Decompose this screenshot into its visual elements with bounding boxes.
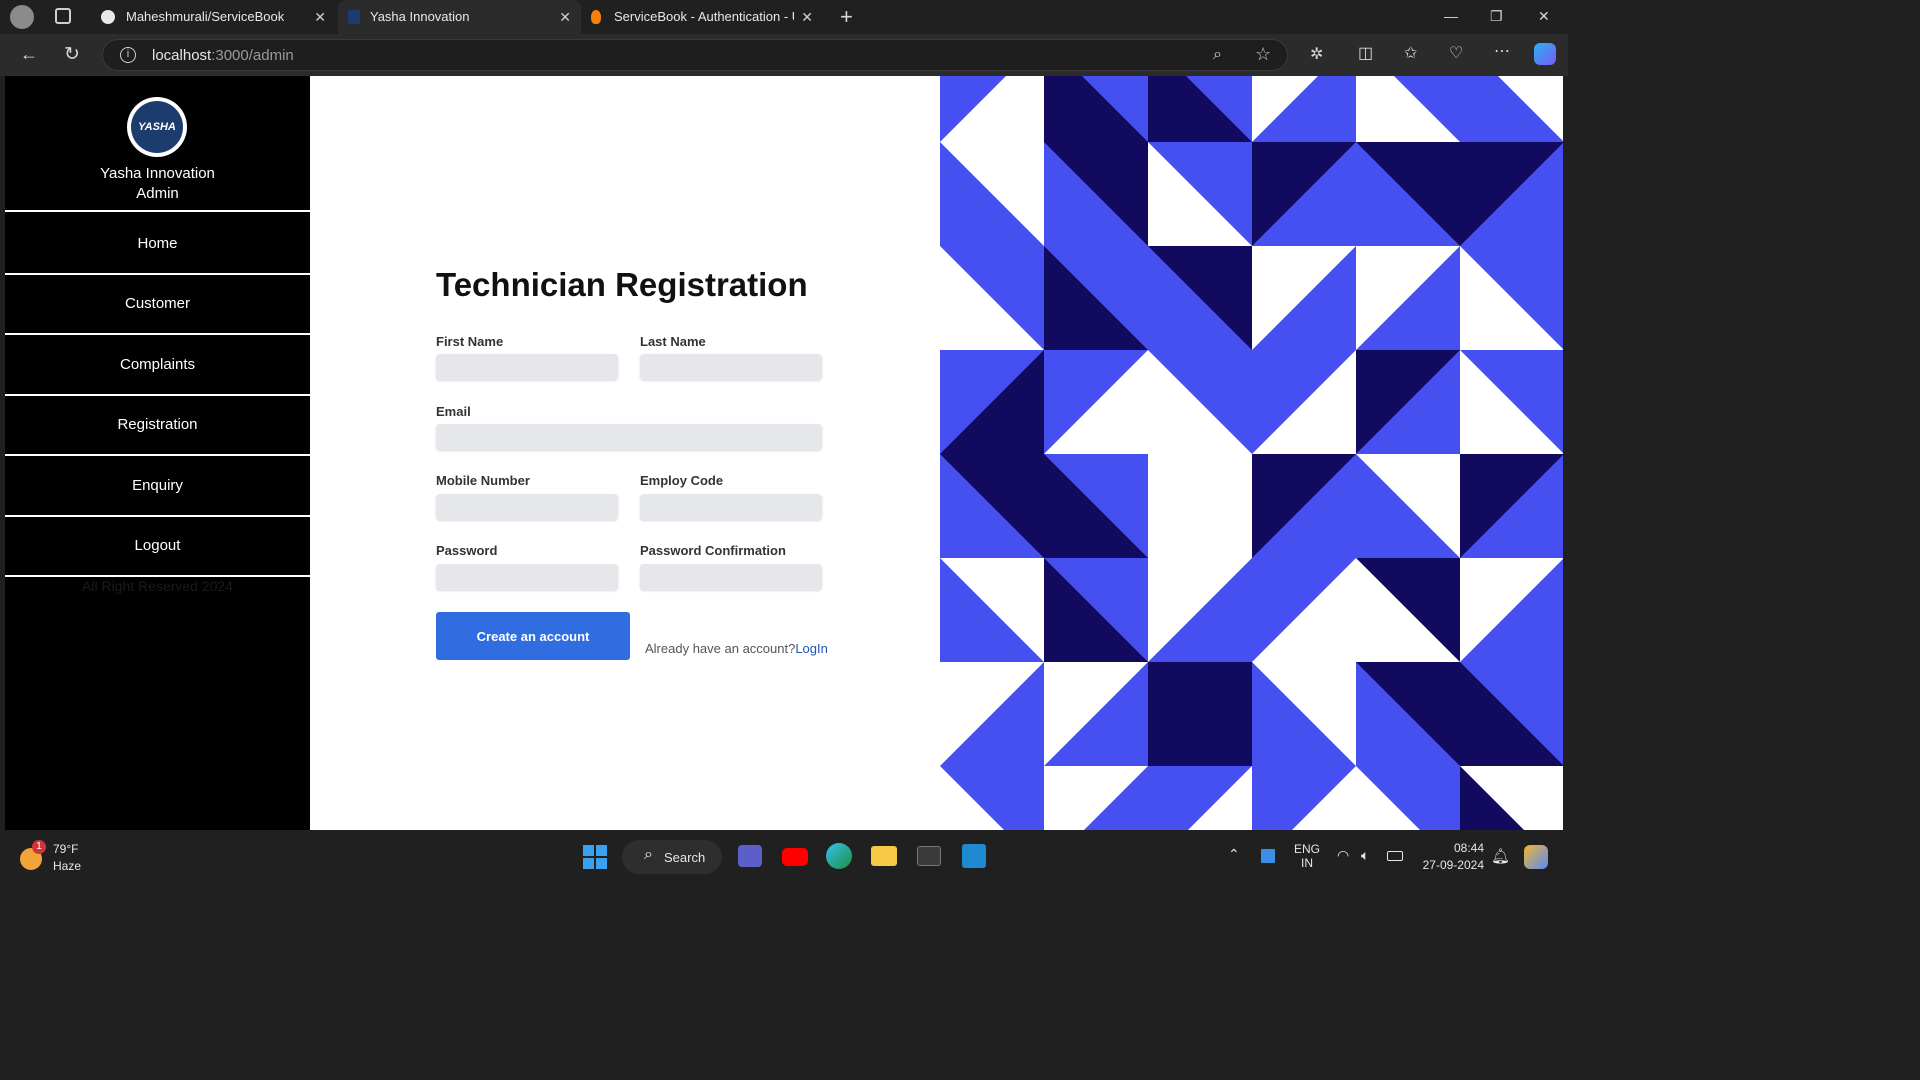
email-input[interactable] [436, 424, 822, 450]
mobile-number-label: Mobile Number [436, 473, 530, 488]
sidebar-item-customer[interactable]: Customer [5, 275, 310, 335]
last-name-label: Last Name [640, 334, 706, 349]
mobile-number-input[interactable] [436, 494, 618, 520]
brand-line2: Admin [136, 185, 179, 202]
close-tab-icon[interactable]: ✕ [559, 9, 571, 26]
password-confirmation-input[interactable] [640, 564, 822, 590]
sidebar-item-logout[interactable]: Logout [5, 517, 310, 577]
create-account-button[interactable]: Create an account [436, 612, 630, 660]
file-explorer-icon[interactable] [871, 846, 897, 866]
tab-yasha[interactable]: Yasha Innovation ✕ [338, 0, 581, 34]
close-tab-icon[interactable]: ✕ [801, 9, 813, 26]
tray-app-icon[interactable] [1261, 849, 1275, 863]
last-name-input[interactable] [640, 354, 822, 380]
first-name-label: First Name [436, 334, 504, 349]
volume-icon[interactable]: 🔈︎ [1361, 847, 1369, 864]
sidebar-footer: All Right Reserved 2024 [82, 578, 233, 594]
browser-essentials-icon[interactable]: ♡ [1449, 43, 1463, 63]
sidebar-item-complaints[interactable]: Complaints [5, 335, 310, 396]
show-hidden-icons-icon[interactable]: ⌃ [1228, 846, 1240, 863]
employ-code-input[interactable] [640, 494, 822, 520]
github-icon [101, 10, 115, 24]
sidebar-item-home[interactable]: Home [5, 214, 310, 275]
clock-time: 08:44 [1453, 841, 1484, 855]
youtube-icon[interactable] [782, 848, 808, 866]
tab-title: Maheshmurali/ServiceBook [126, 9, 285, 24]
tab-title: ServiceBook - Authentication - Us [614, 9, 794, 24]
address-bar[interactable]: i localhost:3000/admin ⌕ ☆ [102, 39, 1288, 71]
lang-line1: ENG [1294, 842, 1321, 856]
terminal-icon[interactable] [917, 846, 941, 866]
logo-text: YASHA [131, 101, 183, 153]
url-text: localhost:3000/admin [152, 47, 294, 64]
clock[interactable]: 08:44 27-09-2024 [1418, 841, 1484, 872]
firebase-icon [591, 10, 601, 24]
workspaces-icon[interactable] [55, 8, 71, 24]
tab-github[interactable]: Maheshmurali/ServiceBook ✕ [96, 0, 336, 34]
restore-icon[interactable]: ❐ [1490, 8, 1503, 25]
page-title: Technician Registration [436, 266, 808, 303]
password-label: Password [436, 543, 498, 558]
vscode-icon[interactable] [962, 844, 986, 868]
notification-bell-icon[interactable]: 🔔︎ [1491, 847, 1510, 865]
browser-tab-strip: Maheshmurali/ServiceBook ✕ Yasha Innovat… [0, 0, 1568, 34]
already-text: Already have an account? [645, 641, 796, 656]
close-window-icon[interactable]: ✕ [1538, 8, 1550, 25]
minimize-icon[interactable]: — [1444, 8, 1458, 24]
tab-firebase[interactable]: ServiceBook - Authentication - Us ✕ [583, 0, 823, 34]
site-favicon-icon [348, 10, 360, 24]
more-menu-icon[interactable]: ⋯ [1494, 41, 1510, 61]
password-confirmation-label: Password Confirmation [640, 543, 786, 558]
search-label: Search [664, 850, 706, 865]
search-icon: ⌕ [644, 846, 653, 863]
weather-badge: 1 [32, 840, 46, 854]
lang-line2: IN [1301, 856, 1313, 870]
start-windows-icon[interactable] [583, 845, 607, 869]
windows-taskbar: 1 79°F Haze ⌕ Search ⌃ ENG IN ◠ 🔈︎ 08:44… [0, 830, 1568, 882]
tab-title: Yasha Innovation [370, 9, 470, 24]
sidebar-item-enquiry[interactable]: Enquiry [5, 456, 310, 517]
back-icon[interactable]: ← [20, 44, 38, 65]
sidebar-brand: YASHA Yasha Innovation Admin [5, 76, 310, 212]
sidebar-item-registration[interactable]: Registration [5, 396, 310, 456]
edge-browser-icon[interactable] [826, 843, 852, 869]
brand-line1: Yasha Innovation [100, 165, 215, 182]
login-link[interactable]: LogIn [795, 641, 828, 656]
sidebar-nav: Home Customer Complaints Registration En… [5, 214, 310, 577]
copilot-icon[interactable] [1534, 43, 1556, 65]
extensions-icon[interactable]: ✲ [1310, 44, 1323, 64]
first-name-input[interactable] [436, 354, 618, 380]
clock-date: 27-09-2024 [1422, 858, 1484, 872]
teams-icon[interactable] [738, 845, 762, 867]
admin-sidebar: YASHA Yasha Innovation Admin Home Custom… [5, 76, 310, 830]
profile-avatar[interactable] [10, 5, 34, 29]
browser-toolbar: ← ↻ i localhost:3000/admin ⌕ ☆ ✲ ◫ ✩ ♡ ⋯ [0, 34, 1568, 76]
login-prompt: Already have an account?LogIn [645, 641, 828, 656]
taskbar-search-button[interactable]: ⌕ Search [622, 840, 722, 874]
weather-temp: 79°F [53, 842, 79, 856]
favorite-star-icon[interactable]: ☆ [1255, 44, 1271, 65]
weather-desc: Haze [53, 859, 82, 873]
zoom-icon[interactable]: ⌕ [1213, 46, 1222, 64]
company-logo: YASHA [127, 97, 187, 157]
site-info-icon[interactable]: i [120, 47, 136, 63]
url-path: :3000/admin [211, 47, 294, 64]
battery-icon[interactable] [1387, 851, 1403, 861]
wifi-icon[interactable]: ◠ [1337, 847, 1349, 864]
favorites-icon[interactable]: ✩ [1404, 43, 1417, 63]
close-tab-icon[interactable]: ✕ [314, 9, 326, 26]
url-host: localhost [152, 47, 212, 64]
new-tab-icon[interactable]: + [840, 4, 853, 30]
copilot-taskbar-icon[interactable] [1524, 845, 1548, 869]
refresh-icon[interactable]: ↻ [64, 43, 80, 66]
password-input[interactable] [436, 564, 618, 590]
geometric-pattern [940, 76, 1563, 830]
weather-widget[interactable]: 1 79°F Haze [18, 840, 108, 874]
split-screen-icon[interactable]: ◫ [1358, 43, 1373, 63]
employ-code-label: Employ Code [640, 473, 724, 488]
email-label: Email [436, 404, 471, 419]
brand-name: Yasha Innovation Admin [5, 164, 310, 204]
page-viewport: YASHA Yasha Innovation Admin Home Custom… [5, 76, 1563, 830]
language-indicator[interactable]: ENG IN [1294, 842, 1320, 870]
